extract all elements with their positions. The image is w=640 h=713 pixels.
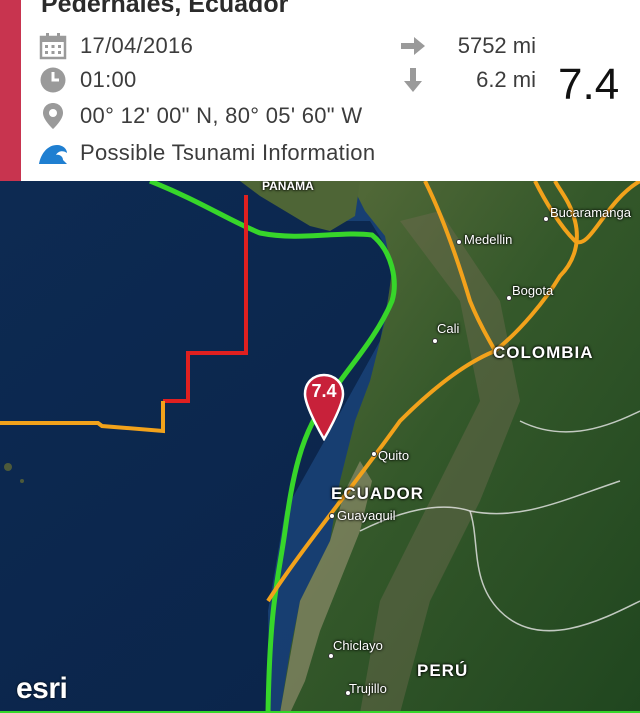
city-label-trujillo: Trujillo	[349, 681, 387, 696]
tsunami-row[interactable]: Possible Tsunami Information	[38, 138, 375, 168]
city-label-chiclayo: Chiclayo	[333, 638, 383, 653]
distance-metric: 5752 mi	[398, 31, 536, 61]
city-dot-bucaramanga	[543, 216, 549, 222]
city-label-guayaquil: Guayaquil	[337, 508, 396, 523]
location-pin-icon	[38, 101, 68, 131]
wave-icon	[38, 138, 68, 168]
city-label-cali: Cali	[437, 321, 460, 336]
country-label-colombia: COLOMBIA	[493, 343, 594, 362]
marker-magnitude: 7.4	[311, 381, 337, 401]
magnitude-value: 7.4	[558, 60, 620, 109]
coordinates-value: 00° 12' 00" N, 80° 05' 60" W	[80, 103, 363, 128]
accent-bar	[0, 0, 21, 181]
city-label-bucaramanga: Bucaramanga	[550, 205, 631, 220]
map-view[interactable]: Bucaramanga Medellin Bogota Cali COLOMBI…	[0, 181, 640, 713]
country-label-panama: PANAMA	[262, 181, 314, 193]
map-basemap	[0, 181, 640, 713]
date-value: 17/04/2016	[80, 33, 194, 58]
depth-value: 6.2 mi	[476, 67, 536, 92]
earthquake-marker[interactable]: 7.4	[303, 373, 345, 442]
location-title: Pedernales, Ecuador	[41, 0, 289, 18]
date-row: 17/04/2016	[38, 31, 193, 61]
time-row: 01:00	[38, 65, 137, 95]
arrow-down-icon	[398, 65, 428, 95]
city-dot-chiclayo	[328, 653, 334, 659]
depth-metric: 6.2 mi	[398, 65, 536, 95]
coordinates-row: 00° 12' 00" N, 80° 05' 60" W	[38, 101, 362, 131]
country-label-ecuador: ECUADOR	[331, 484, 424, 503]
city-dot-medellin	[456, 239, 462, 245]
country-label-peru: PERÚ	[417, 661, 469, 680]
city-dot-quito	[371, 451, 377, 457]
arrow-right-icon	[398, 31, 428, 61]
city-label-quito: Quito	[378, 448, 410, 463]
clock-icon	[38, 65, 68, 95]
tsunami-link[interactable]: Possible Tsunami Information	[80, 140, 375, 166]
time-value: 01:00	[80, 67, 137, 92]
city-dot-cali	[432, 338, 438, 344]
earthquake-info-card: Pedernales, Ecuador 17/04/2016 01:00 00°…	[0, 0, 640, 181]
distance-value: 5752 mi	[457, 33, 536, 58]
city-label-bogota: Bogota	[512, 283, 554, 298]
city-dot-guayaquil	[329, 513, 335, 519]
city-label-medellin: Medellin	[464, 232, 513, 247]
esri-logo: esri	[16, 672, 68, 705]
calendar-icon	[38, 31, 68, 61]
